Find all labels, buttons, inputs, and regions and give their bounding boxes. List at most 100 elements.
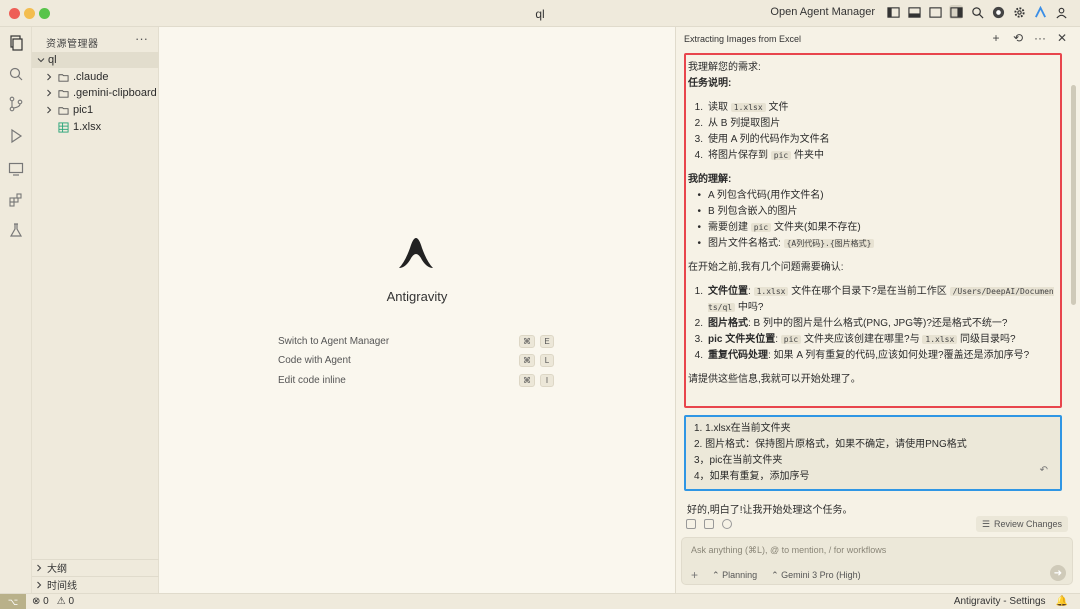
- explorer-sidebar: 资源管理器 ··· ql .claude .gemini-clipboard p…: [32, 27, 159, 593]
- task-item: 1. 读取 1.xlsx 文件: [694, 102, 789, 113]
- user-reply-line: 2. 图片格式：保持图片原格式，如果不确定，请使用PNG格式: [694, 439, 967, 450]
- error-count: ⊗ 0: [32, 596, 49, 607]
- editor-welcome: Antigravity Switch to Agent Manager ⌘ E …: [159, 27, 675, 593]
- chevron-right-icon: [44, 72, 54, 82]
- understanding-item: • A 列包含代码(用作文件名): [697, 190, 824, 201]
- shortcut-label: Switch to Agent Manager: [278, 335, 390, 347]
- spreadsheet-icon: [58, 121, 69, 133]
- chrome-icon[interactable]: [991, 5, 1005, 19]
- image-icon[interactable]: [704, 519, 714, 529]
- title-bar: ql Open Agent Manager: [0, 0, 1080, 27]
- model-selector[interactable]: ⌃ Gemini 3 Pro (High): [771, 570, 861, 581]
- message-closing: 请提供这些信息,我就可以开始处理了。: [688, 374, 861, 385]
- browser-icon[interactable]: [722, 519, 732, 529]
- timeline-label: 时间线: [47, 581, 77, 592]
- chat-input[interactable]: [691, 545, 1031, 555]
- timeline-section[interactable]: 时间线: [32, 576, 159, 592]
- workspace-root[interactable]: ql: [32, 52, 159, 68]
- antigravity-logo-icon: [399, 238, 433, 268]
- question-item: 2. 图片格式: B 列中的图片是什么格式(PNG, JPG等)?还是格式不统一?: [694, 318, 1008, 329]
- outline-label: 大纲: [47, 564, 67, 575]
- understanding-item: • 图片文件名格式: {A列代码}.{图片格式}: [688, 236, 1057, 252]
- activity-bar: [0, 27, 32, 593]
- shortcut-agent-manager[interactable]: Switch to Agent Manager ⌘ E: [278, 333, 554, 349]
- toggle-sidebar-icon[interactable]: [886, 5, 900, 19]
- explorer-header: 资源管理器: [46, 39, 99, 50]
- shortcut-key: ⌘: [519, 334, 535, 348]
- search-icon[interactable]: [970, 5, 984, 19]
- tree-item-label: pic1: [73, 104, 94, 116]
- agent-panel: Extracting Images from Excel + ⟲ ··· ✕ 我…: [675, 27, 1080, 593]
- shortcut-code-with-agent[interactable]: Code with Agent ⌘ L: [278, 352, 554, 368]
- question-item: 3. pic 文件夹位置: pic 文件夹应该创建在哪里?与 1.xlsx 同级目…: [694, 334, 1016, 345]
- question-intro: 在开始之前,我有几个问题需要确认:: [688, 262, 844, 273]
- folder-icon: [58, 106, 69, 115]
- tree-item-xlsx[interactable]: 1.xlsx: [32, 119, 159, 135]
- user-reply-line: 1. 1.xlsx在当前文件夹: [694, 423, 791, 434]
- antigravity-logo-icon[interactable]: [1033, 5, 1047, 19]
- history-icon[interactable]: ⟲: [1012, 31, 1024, 45]
- user-message: 1. 1.xlsx在当前文件夹 2. 图片格式：保持图片原格式，如果不确定，请使…: [684, 415, 1062, 491]
- list-icon: ☰: [981, 518, 990, 529]
- understanding-heading: 我的理解:: [688, 174, 732, 185]
- explorer-icon[interactable]: [8, 35, 24, 51]
- shortcut-key: ⌘: [519, 373, 535, 387]
- chevron-right-icon: [34, 580, 44, 590]
- new-conversation-icon[interactable]: +: [990, 31, 1002, 45]
- chevron-down-icon: [36, 55, 46, 65]
- toggle-editor-icon[interactable]: [928, 5, 942, 19]
- review-changes-label: Review Changes: [993, 519, 1062, 529]
- extensions-icon[interactable]: [8, 192, 24, 208]
- run-debug-icon[interactable]: [8, 128, 24, 144]
- toggle-panel-icon[interactable]: [907, 5, 921, 19]
- workspace-root-label: ql: [48, 54, 57, 66]
- question-item: 1. 文件位置: 1.xlsx 文件在哪个目录下?是在当前工作区 /Users/D…: [694, 286, 1054, 313]
- undo-icon[interactable]: ↶: [1040, 463, 1048, 479]
- shortcut-key: E: [540, 334, 554, 348]
- tree-item-gemini-clipboard[interactable]: .gemini-clipboard: [32, 85, 159, 101]
- task-item: 4. 将图片保存到 pic 件夹中: [694, 150, 825, 161]
- shortcut-label: Edit code inline: [278, 374, 346, 386]
- outline-section[interactable]: 大纲: [32, 559, 159, 575]
- tree-item-pic1[interactable]: pic1: [32, 102, 159, 118]
- source-control-icon[interactable]: [8, 96, 24, 112]
- search-icon[interactable]: [8, 66, 24, 82]
- account-icon[interactable]: [1054, 5, 1068, 19]
- problems-indicator[interactable]: ⊗ 0 ⚠ 0: [32, 596, 74, 607]
- app-name: Antigravity: [386, 289, 448, 304]
- task-item: 2. 从 B 列提取图片: [694, 118, 781, 129]
- remote-indicator-icon[interactable]: ⌥: [0, 594, 26, 609]
- testing-flask-icon[interactable]: [8, 222, 24, 238]
- status-bar: ⌥ ⊗ 0 ⚠ 0 Antigravity - Settings 🔔: [0, 593, 1080, 609]
- tree-item-claude[interactable]: .claude: [32, 69, 159, 85]
- understanding-item: • 需要创建 pic 文件夹(如果不存在): [697, 222, 861, 233]
- tree-item-label: .gemini-clipboard: [73, 87, 157, 99]
- agent-scrollbar[interactable]: [1071, 85, 1076, 305]
- send-button[interactable]: ➜: [1050, 565, 1066, 581]
- shortcut-key: ⌘: [519, 353, 535, 367]
- bell-icon[interactable]: 🔔: [1056, 596, 1068, 607]
- shortcut-edit-inline[interactable]: Edit code inline ⌘ I: [278, 372, 554, 388]
- settings-status[interactable]: Antigravity - Settings: [954, 596, 1046, 607]
- explorer-more-button[interactable]: ···: [135, 31, 148, 46]
- remote-explorer-icon[interactable]: [8, 161, 24, 177]
- file-icon[interactable]: [686, 519, 696, 529]
- shortcut-label: Code with Agent: [278, 354, 351, 366]
- toggle-agent-panel-icon[interactable]: [949, 5, 963, 19]
- chat-input-box: + ⌃ Planning ⌃ Gemini 3 Pro (High) ➜: [681, 537, 1073, 585]
- open-agent-manager-button[interactable]: Open Agent Manager: [770, 6, 875, 18]
- message-intro: 我理解您的需求:: [688, 62, 761, 73]
- close-icon[interactable]: ✕: [1056, 31, 1068, 45]
- mode-label: Planning: [722, 569, 758, 580]
- more-icon[interactable]: ···: [1034, 31, 1046, 45]
- tree-item-label: 1.xlsx: [73, 121, 102, 133]
- add-context-button[interactable]: +: [691, 568, 698, 582]
- tree-item-label: .claude: [73, 71, 109, 83]
- review-changes-button[interactable]: ☰ Review Changes: [975, 516, 1068, 532]
- conversation-title: Extracting Images from Excel: [684, 34, 802, 44]
- mode-selector[interactable]: ⌃ Planning: [712, 570, 757, 581]
- question-item: 4. 重复代码处理: 如果 A 列有重复的代码,应该如何处理?覆盖还是添加序号?: [694, 350, 1030, 361]
- gear-icon[interactable]: [1012, 5, 1026, 19]
- shortcut-key: I: [540, 373, 554, 387]
- user-reply-line: 3，pic在当前文件夹: [694, 455, 783, 466]
